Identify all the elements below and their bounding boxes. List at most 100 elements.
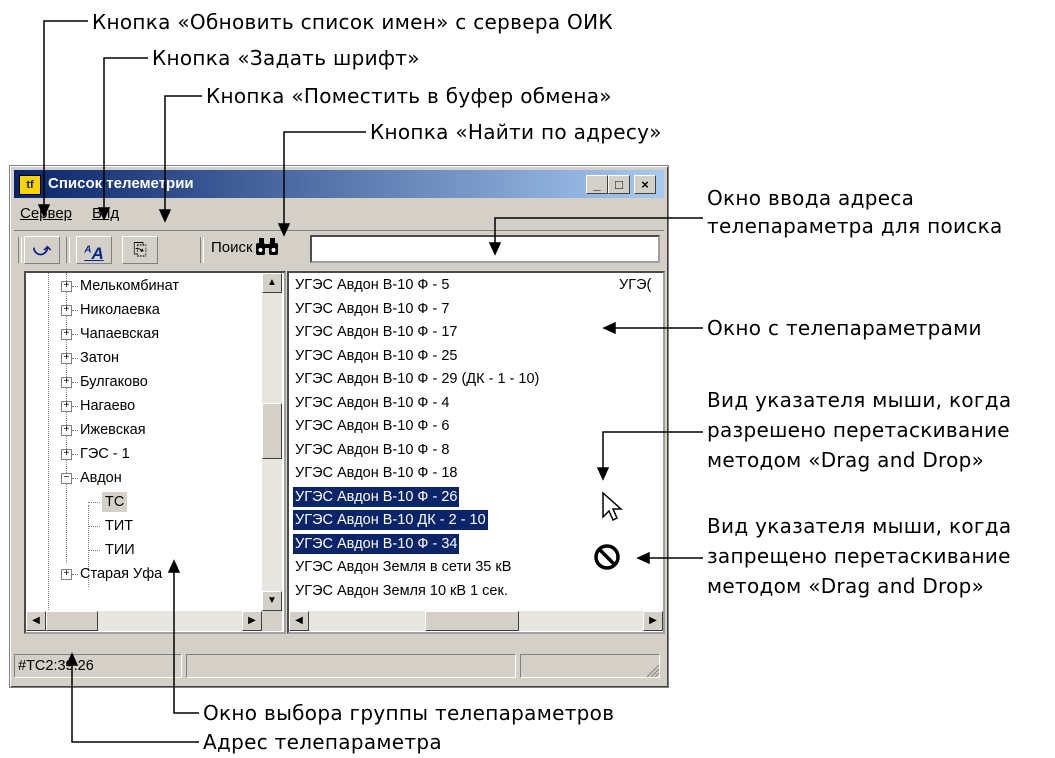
arrow-cursor-icon xyxy=(602,491,623,522)
drag-allowed-cursor xyxy=(593,487,629,527)
annotation-drag-allowed-3: методом «Drag and Drop» xyxy=(707,448,985,472)
list-hscroll-thumb[interactable] xyxy=(425,611,519,631)
list-item[interactable]: УГЭС Авдон В-10 Ф - 25 xyxy=(293,346,459,366)
toolbar-separator xyxy=(66,237,70,263)
list-scroll-right-button[interactable]: ▶ xyxy=(643,611,663,631)
menu-server[interactable]: Сервер xyxy=(20,205,72,222)
tree-item-label: Ижевская xyxy=(80,422,146,438)
tree-item-label: Нагаево xyxy=(80,398,136,414)
annotation-drag-allowed-2: разрешено перетаскивание xyxy=(707,418,1010,442)
annotation-font-button: Кнопка «Задать шрифт» xyxy=(152,46,420,70)
expand-icon[interactable]: + xyxy=(61,449,72,460)
expand-icon[interactable]: + xyxy=(61,329,72,340)
binoculars-icon[interactable] xyxy=(254,235,280,263)
minimize-button[interactable]: _ xyxy=(586,175,608,194)
title-bar[interactable]: tf Список телеметрии _ □ × xyxy=(14,170,664,198)
toolbar: ⤻ AA ⎘ Поиск xyxy=(14,230,664,267)
tree-hscroll-thumb[interactable] xyxy=(46,611,98,631)
tree-item-label: Мелькомбинат xyxy=(80,278,180,294)
annotation-group-window: Окно выбора группы телепараметров xyxy=(203,701,615,725)
tree-connector xyxy=(72,286,78,287)
status-bar: #TC2:39:26 xyxy=(14,654,664,680)
tree-item-label: ТИИ xyxy=(105,542,135,558)
expand-icon[interactable]: + xyxy=(61,305,72,316)
resize-grip-icon[interactable] xyxy=(644,662,660,678)
tree-item-label: Авдон xyxy=(80,470,122,486)
expand-icon[interactable]: + xyxy=(61,401,72,412)
list-scroll-left-button[interactable]: ◀ xyxy=(289,611,309,631)
tree-scroll-down-button[interactable]: ▼ xyxy=(262,591,282,611)
menu-view-label: Вид xyxy=(92,205,120,222)
expand-icon[interactable]: + xyxy=(61,281,72,292)
toolbar-separator xyxy=(200,237,204,263)
tree-scroll-thumb[interactable] xyxy=(262,403,282,459)
tree-connector xyxy=(88,526,100,527)
telemetry-list-panel[interactable]: УГЭС Авдон В-10 Ф - 5 УГЭС Авдон В-10 Ф -… xyxy=(287,271,665,634)
annotation-drag-allowed-1: Вид указателя мыши, когда xyxy=(707,388,1012,412)
tree-vertical-scrollbar[interactable]: ▲ ▼ xyxy=(262,273,282,611)
annotation-param-address: Адрес телепараметра xyxy=(203,730,442,754)
list-item[interactable]: УГЭС Авдон В-10 Ф - 26 xyxy=(293,486,460,507)
expand-icon[interactable]: + xyxy=(61,569,72,580)
expand-icon[interactable]: + xyxy=(61,425,72,436)
list-item[interactable]: УГЭС Авдон В-10 ДК - 2 - 10 xyxy=(293,510,488,530)
clipboard-icon: ⎘ xyxy=(133,240,147,259)
font-button[interactable]: AA xyxy=(76,236,112,264)
close-button[interactable]: × xyxy=(634,175,656,194)
maximize-button[interactable]: □ xyxy=(608,175,630,194)
telemetry-window: tf Список телеметрии _ □ × Сервер Вид ⤻ … xyxy=(9,165,669,688)
menu-view[interactable]: Вид xyxy=(92,205,119,222)
group-tree-panel[interactable]: + Мелькомбинат + Николаевка + Чапаевская + Зато… xyxy=(24,271,286,634)
drag-forbidden-cursor xyxy=(587,535,631,579)
tree-item-label: Николаевка xyxy=(80,302,160,318)
expand-icon[interactable]: + xyxy=(61,377,72,388)
tree-item-label: Булгаково xyxy=(80,374,148,390)
copy-button[interactable]: ⎘ xyxy=(122,236,158,264)
refresh-icon: ⤻ xyxy=(32,240,52,259)
window-title: Список телеметрии xyxy=(48,175,194,192)
refresh-button[interactable]: ⤻ xyxy=(24,236,60,264)
tree-connector xyxy=(72,358,78,359)
list-item[interactable]: УГЭС Авдон В-10 Ф - 17 xyxy=(293,322,459,342)
tree-connector xyxy=(72,454,78,455)
tree-connector xyxy=(72,406,78,407)
tree-item-label: ТС xyxy=(102,492,128,512)
status-cell-3 xyxy=(520,654,660,678)
list-item[interactable]: УГЭС Авдон Земля 10 кВ 1 сек. xyxy=(293,581,510,601)
tree-connector xyxy=(72,574,78,575)
annotation-refresh-button: Кнопка «Обновить список имен» с сервера … xyxy=(92,10,613,34)
tree-connector xyxy=(72,430,78,431)
tree-horizontal-scrollbar[interactable]: ◀ ▶ xyxy=(26,611,262,631)
tree-connector xyxy=(88,550,100,551)
list-item[interactable]: УГЭС Авдон В-10 Ф - 7 xyxy=(293,299,451,319)
search-input[interactable] xyxy=(310,235,660,263)
tree-scroll-corner xyxy=(262,611,282,631)
collapse-icon[interactable]: − xyxy=(61,473,72,484)
tree-scroll-right-button[interactable]: ▶ xyxy=(242,611,262,631)
search-label: Поиск xyxy=(211,239,253,256)
list-item[interactable]: УГЭС Авдон В-10 Ф - 6 xyxy=(293,416,451,436)
annotation-copy-button: Кнопка «Поместить в буфер обмена» xyxy=(206,84,612,108)
tree-connector xyxy=(88,502,100,503)
tree-item-label: ТИТ xyxy=(105,518,134,534)
tree-line xyxy=(66,273,67,563)
list-item[interactable]: УГЭС Авдон Земля в сети 35 кВ xyxy=(293,557,513,577)
tree-scroll-up-button[interactable]: ▲ xyxy=(262,273,282,293)
list-item[interactable]: УГЭС Авдон В-10 Ф - 29 (ДК - 1 - 10) xyxy=(293,369,541,389)
tree-item-label: ГЭС - 1 xyxy=(80,446,130,462)
expand-icon[interactable]: + xyxy=(61,353,72,364)
list-horizontal-scrollbar[interactable]: ◀ ▶ xyxy=(289,611,663,631)
tree-scroll-left-button[interactable]: ◀ xyxy=(26,611,46,631)
list-item[interactable]: УГЭС Авдон В-10 Ф - 5 xyxy=(293,275,451,295)
tree-connector xyxy=(72,382,78,383)
list-item[interactable]: УГЭС Авдон В-10 Ф - 18 xyxy=(293,463,459,483)
status-cell-2 xyxy=(186,654,516,678)
list-second-column-fragment: УГЭ( xyxy=(619,277,652,293)
list-item[interactable]: УГЭС Авдон В-10 Ф - 8 xyxy=(293,440,451,460)
tree-item-label: Затон xyxy=(80,350,120,366)
list-item[interactable]: УГЭС Авдон В-10 Ф - 4 xyxy=(293,393,451,413)
menu-bar: Сервер Вид xyxy=(14,201,664,227)
tree-item-label: Старая Уфа xyxy=(80,566,163,582)
list-item[interactable]: УГЭС Авдон В-10 Ф - 34 xyxy=(293,533,460,554)
annotation-find-button: Кнопка «Найти по адресу» xyxy=(370,120,662,144)
